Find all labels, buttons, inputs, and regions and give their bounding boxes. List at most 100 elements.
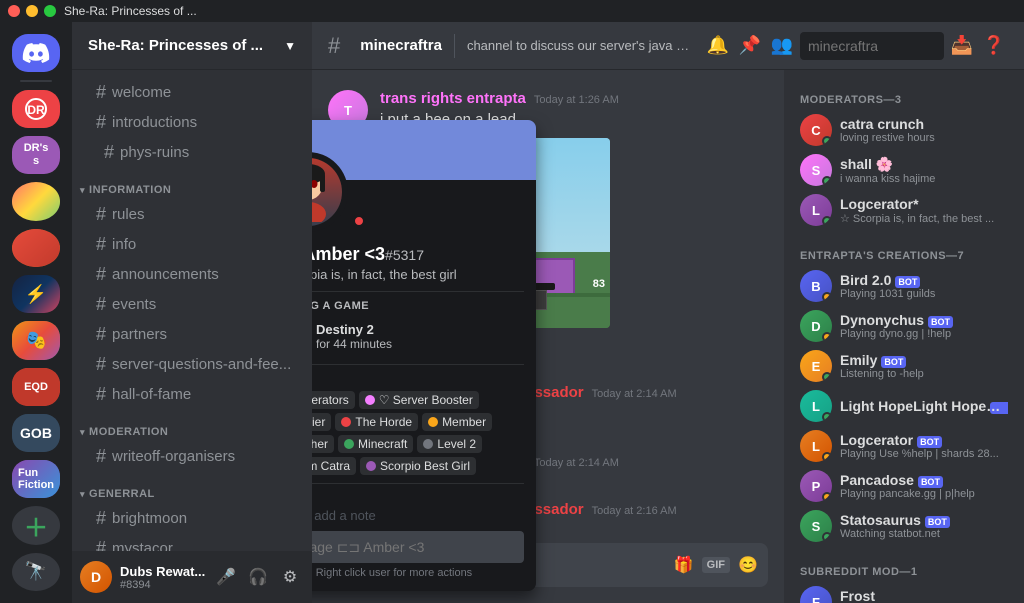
server-icon-9[interactable]: FunFiction (12, 460, 60, 498)
avatar: D (800, 310, 832, 342)
server-icon-7[interactable]: EQD (12, 368, 60, 406)
help-button[interactable]: ❓ (980, 32, 1008, 60)
category-generral[interactable]: ▾ GENERRAL (72, 472, 312, 504)
channel-name: info (112, 236, 136, 253)
channel-item-writeoff-organisers[interactable]: # writeoff-organisers (80, 442, 304, 471)
titlebar-title: She-Ra: Princesses of ... (64, 4, 197, 18)
deafen-button[interactable]: 🎧 (244, 563, 272, 591)
bot-badge: BOT (917, 436, 942, 448)
server-icon-3[interactable] (12, 182, 60, 220)
member-item[interactable]: F Frost 🎵 (792, 582, 1016, 603)
role-badge: ♡ Server Booster (359, 391, 479, 409)
channel-item-brightmoon[interactable]: # brightmoon (80, 504, 304, 533)
role-name: Member (442, 415, 486, 429)
member-item[interactable]: D DynonychusBOT Playing dyno.gg | !help (792, 306, 1016, 346)
members-button[interactable]: 👥 (768, 32, 796, 60)
avatar: E (800, 350, 832, 382)
notification-bell-button[interactable]: 🔔 (704, 32, 732, 60)
category-moderation[interactable]: ▾ MODERATION (72, 410, 312, 442)
channel-name: welcome (112, 84, 171, 101)
channel-item-server-questions[interactable]: # server-questions-and-fee... (80, 350, 304, 379)
profile-avatar (312, 152, 348, 232)
member-status: Playing dyno.gg | !help (840, 328, 1008, 340)
member-item[interactable]: C catra crunch loving restive hours (792, 110, 1016, 150)
avatar: F (800, 586, 832, 603)
server-icon-4[interactable] (12, 229, 60, 267)
close-button[interactable] (8, 5, 20, 17)
member-info: Logcerator* ☆ Scorpia is, in fact, the b… (840, 196, 1008, 225)
member-item[interactable]: L Logcerator* ☆ Scorpia is, in fact, the… (792, 190, 1016, 230)
role-name: Scorpio Best Girl (380, 459, 470, 473)
role-dot (341, 417, 351, 427)
member-item[interactable]: S StatosaurusBOT Watching statbot.net (792, 506, 1016, 546)
channel-item-info[interactable]: # info (80, 230, 304, 259)
message-user-input[interactable] (312, 531, 524, 563)
role-name: Team Catra (312, 459, 350, 473)
channel-item-events[interactable]: # events (80, 290, 304, 319)
playing-label: PLAYING A GAME (312, 300, 524, 312)
user-info: Dubs Rewat... #8394 (120, 564, 212, 591)
channel-header: # minecraftra channel to discuss our ser… (312, 22, 1024, 70)
member-item[interactable]: L Light HopeLight HopeBOT (792, 386, 1016, 426)
server-sidebar: DR DR'ss ⚡ 🎭 EQD GOB FunFiction ＋ 🔭 (0, 22, 72, 603)
discord-home-button[interactable] (12, 34, 60, 72)
settings-button[interactable]: ⚙ (276, 563, 304, 591)
game-time: for 44 minutes (316, 337, 524, 351)
hash-icon: # (96, 384, 106, 405)
member-item[interactable]: S shall 🌸 i wanna kiss hajime (792, 150, 1016, 190)
explore-servers-button[interactable]: 🔭 (12, 553, 60, 591)
inbox-button[interactable]: 📥 (948, 32, 976, 60)
maximize-button[interactable] (44, 5, 56, 17)
pin-button[interactable]: 📌 (736, 32, 764, 60)
channel-item-phys-ruins[interactable]: # phys-ruins (88, 138, 304, 167)
channel-header-name: minecraftra (360, 37, 442, 54)
titlebar: She-Ra: Princesses of ... (0, 0, 1024, 22)
gif-button[interactable]: GIF (702, 557, 730, 573)
member-item[interactable]: B Bird 2.0BOT Playing 1031 guilds (792, 266, 1016, 306)
gift-button[interactable]: 🎁 (668, 549, 700, 581)
server-name: She-Ra: Princesses of ... (88, 37, 263, 54)
server-icon-8[interactable]: GOB (12, 414, 60, 452)
minimize-button[interactable] (26, 5, 38, 17)
server-name-bar[interactable]: She-Ra: Princesses of ... ▼ (72, 22, 312, 70)
mute-button[interactable]: 🎤 (212, 563, 240, 591)
avatar: S (800, 154, 832, 186)
category-label: MODERATION (89, 426, 168, 438)
note-placeholder[interactable]: Click to add a note (312, 508, 524, 523)
emoji-button[interactable]: 😊 (732, 549, 764, 581)
role-badge: she/her (312, 435, 334, 453)
role-badge: The Horde (335, 413, 418, 431)
channel-sidebar: She-Ra: Princesses of ... ▼ # welcome # … (72, 22, 312, 603)
note-section: NOTE Click to add a note (312, 492, 524, 523)
member-item[interactable]: L LogceratorBOT Playing Use %help | shar… (792, 426, 1016, 466)
channel-item-hall-of-fame[interactable]: # hall-of-fame (80, 380, 304, 409)
add-server-button[interactable]: ＋ (12, 506, 60, 544)
server-icon-5[interactable]: ⚡ (12, 275, 60, 313)
channel-item-introductions[interactable]: # introductions (80, 108, 304, 137)
member-item[interactable]: E EmilyBOT Listening to -help (792, 346, 1016, 386)
channel-item-welcome[interactable]: # welcome (80, 78, 304, 107)
member-info: StatosaurusBOT Watching statbot.net (840, 512, 1008, 540)
member-status: Watching statbot.net (840, 528, 1008, 540)
game-info: Destiny 2 for 44 minutes (316, 322, 524, 351)
role-badge: Member (422, 413, 492, 431)
channel-item-partners[interactable]: # partners (80, 320, 304, 349)
role-dot (366, 461, 376, 471)
channel-name: phys-ruins (120, 144, 189, 161)
server-icon-6[interactable]: 🎭 (12, 321, 60, 359)
search-input[interactable] (800, 32, 944, 60)
member-item[interactable]: P PancadoseBOT Playing pancake.gg | p|he… (792, 466, 1016, 506)
category-information[interactable]: ▾ INFORMATION (72, 168, 312, 200)
user-area: D Dubs Rewat... #8394 🎤 🎧 ⚙ (72, 551, 312, 603)
hash-icon: # (96, 82, 106, 103)
role-name: The Horde (355, 415, 412, 429)
bot-badge: BOT (918, 476, 943, 488)
member-name: Logcerator* (840, 196, 1008, 212)
server-icon-shera[interactable]: DR'ss (12, 136, 60, 174)
channel-item-mystacor[interactable]: # mystacor (80, 534, 304, 551)
server-icon-1[interactable]: DR (12, 90, 60, 128)
channel-item-rules[interactable]: # rules (80, 200, 304, 229)
channel-item-announcements[interactable]: # announcements (80, 260, 304, 289)
window-controls[interactable] (8, 5, 56, 17)
member-info: EmilyBOT Listening to -help (840, 352, 1008, 380)
